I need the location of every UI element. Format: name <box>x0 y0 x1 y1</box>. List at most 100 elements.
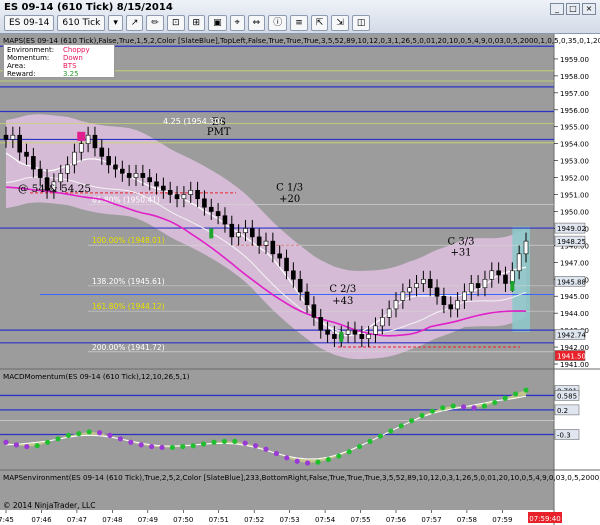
candle-body <box>475 283 481 289</box>
y-tick-label: 1953.00 <box>560 158 589 166</box>
zoom-range-icon[interactable]: ⇔ <box>247 15 266 31</box>
y-tick-label: 1954.00 <box>560 141 589 149</box>
candle-body <box>441 295 447 305</box>
y-tick-label: 1947.00 <box>560 259 589 267</box>
y-tick-label: 1950.00 <box>560 208 589 216</box>
candle-body <box>120 168 125 174</box>
candle-body <box>400 291 406 301</box>
x-tick-label: 07:52 <box>244 516 264 524</box>
macd-dot <box>232 438 238 444</box>
box-icon[interactable]: ⊡ <box>166 15 185 31</box>
macd-dot <box>377 433 383 439</box>
y-tick-label: 1944.00 <box>560 310 589 318</box>
candle-body <box>65 164 70 174</box>
macd-axis-background <box>554 369 600 470</box>
macd-dot <box>523 387 529 393</box>
candle-body <box>393 300 399 310</box>
macd-dot <box>3 439 9 445</box>
candle-body <box>208 206 214 212</box>
macd-dot <box>107 432 113 438</box>
candle-body <box>215 211 221 217</box>
x-tick-label: 07:54 <box>315 516 336 524</box>
macd-dot <box>492 399 498 406</box>
dropdown-icon[interactable]: ▾ <box>108 15 123 31</box>
layout-icon[interactable]: ◫ <box>351 15 371 31</box>
candle-body <box>304 291 310 305</box>
x-tick-label: 07:58 <box>457 516 477 524</box>
candle-body <box>161 185 166 191</box>
info-icon[interactable]: ⓘ <box>268 15 288 31</box>
macd-dot <box>461 404 467 410</box>
menu-icon[interactable]: ≡ <box>290 15 308 31</box>
candle-body <box>496 270 501 276</box>
candle-body <box>359 334 365 339</box>
price-marker-label: 1941.50 <box>557 353 586 361</box>
x-tick-label: 07:46 <box>31 516 52 524</box>
chart-area[interactable]: 61.80% (1950.41)100.00% (1948.01)138.20%… <box>0 34 600 525</box>
macd-dot <box>325 456 331 463</box>
expand-icon[interactable]: ⇱ <box>310 15 329 31</box>
macd-dot <box>305 460 311 466</box>
x-tick-label: 7:45 <box>0 516 14 524</box>
macd-dot <box>169 444 175 451</box>
macd-dot <box>471 405 477 411</box>
x-tick-label: 07:59 <box>492 516 512 524</box>
candle-body <box>85 134 91 144</box>
info-label: Momentum: <box>7 54 50 62</box>
y-tick-label: 1956.00 <box>560 107 589 115</box>
candle-body <box>133 173 139 178</box>
minimize-button[interactable]: _ <box>550 3 564 15</box>
macd-dot <box>409 418 415 424</box>
y-tick-label: 1959.00 <box>560 56 589 64</box>
info-box: Environment: Choppy Momentum: Down Area: BT… <box>3 44 115 78</box>
macd-dot <box>24 443 30 450</box>
grid-icon[interactable]: ⊞ <box>187 15 206 31</box>
collapse-icon[interactable]: ⇲ <box>331 15 349 31</box>
instrument-selector[interactable]: ES 09-14 <box>4 15 55 31</box>
candle-body <box>373 325 378 335</box>
candle-body <box>78 143 84 153</box>
candle-body <box>462 291 467 301</box>
info-value: 3.25 <box>63 70 79 78</box>
entry-arrow <box>77 131 86 141</box>
candle-body <box>523 240 529 255</box>
candle-body <box>332 334 337 339</box>
candle-body <box>174 194 180 200</box>
price-marker-label: 1942.74 <box>557 332 586 340</box>
close-button[interactable]: × <box>582 3 596 15</box>
fib-label: 138.20% (1945.61) <box>92 277 165 286</box>
price-marker-label: 1948.25 <box>557 238 586 246</box>
macd-dot <box>149 443 155 450</box>
interval-selector[interactable]: 610 Tick <box>57 15 106 31</box>
macd-dot <box>346 449 352 455</box>
info-label: Environment: <box>7 46 55 54</box>
y-tick-label: 1951.00 <box>560 192 589 200</box>
candle-body <box>140 173 146 178</box>
candle-body <box>202 198 207 208</box>
pencil-icon[interactable]: ✏ <box>146 15 164 31</box>
candle-body <box>489 270 495 280</box>
candle-body <box>236 232 241 238</box>
candle-body <box>92 134 98 149</box>
macd-dot <box>357 443 363 450</box>
candle-body <box>380 317 385 327</box>
draw-line-icon[interactable]: ↗ <box>125 15 144 31</box>
macd-dot <box>294 458 300 464</box>
crosshair-icon[interactable]: ⌖ <box>229 15 245 31</box>
fib-label: 100.00% (1948.01) <box>92 236 165 245</box>
y-tick-label: 1941.00 <box>560 361 589 369</box>
macd-dot <box>450 403 456 409</box>
macd-dot <box>13 442 19 448</box>
candle-body <box>311 304 317 318</box>
candle-body <box>407 287 412 293</box>
environment-indicator-label: MAPSenvironment(ES 09-14 (610 Tick),True… <box>3 473 600 482</box>
info-label: Area: <box>7 62 26 70</box>
panel-icon[interactable]: ▣ <box>208 15 227 31</box>
maximize-button[interactable]: □ <box>566 3 580 15</box>
candle-body <box>195 189 200 200</box>
macd-dot <box>128 439 134 445</box>
window-title: ES 09-14 (610 Tick) 8/15/2014 <box>4 2 173 13</box>
macd-value-label: -0.3 <box>557 431 571 439</box>
candle-body <box>366 334 371 339</box>
candle-body <box>58 173 64 183</box>
